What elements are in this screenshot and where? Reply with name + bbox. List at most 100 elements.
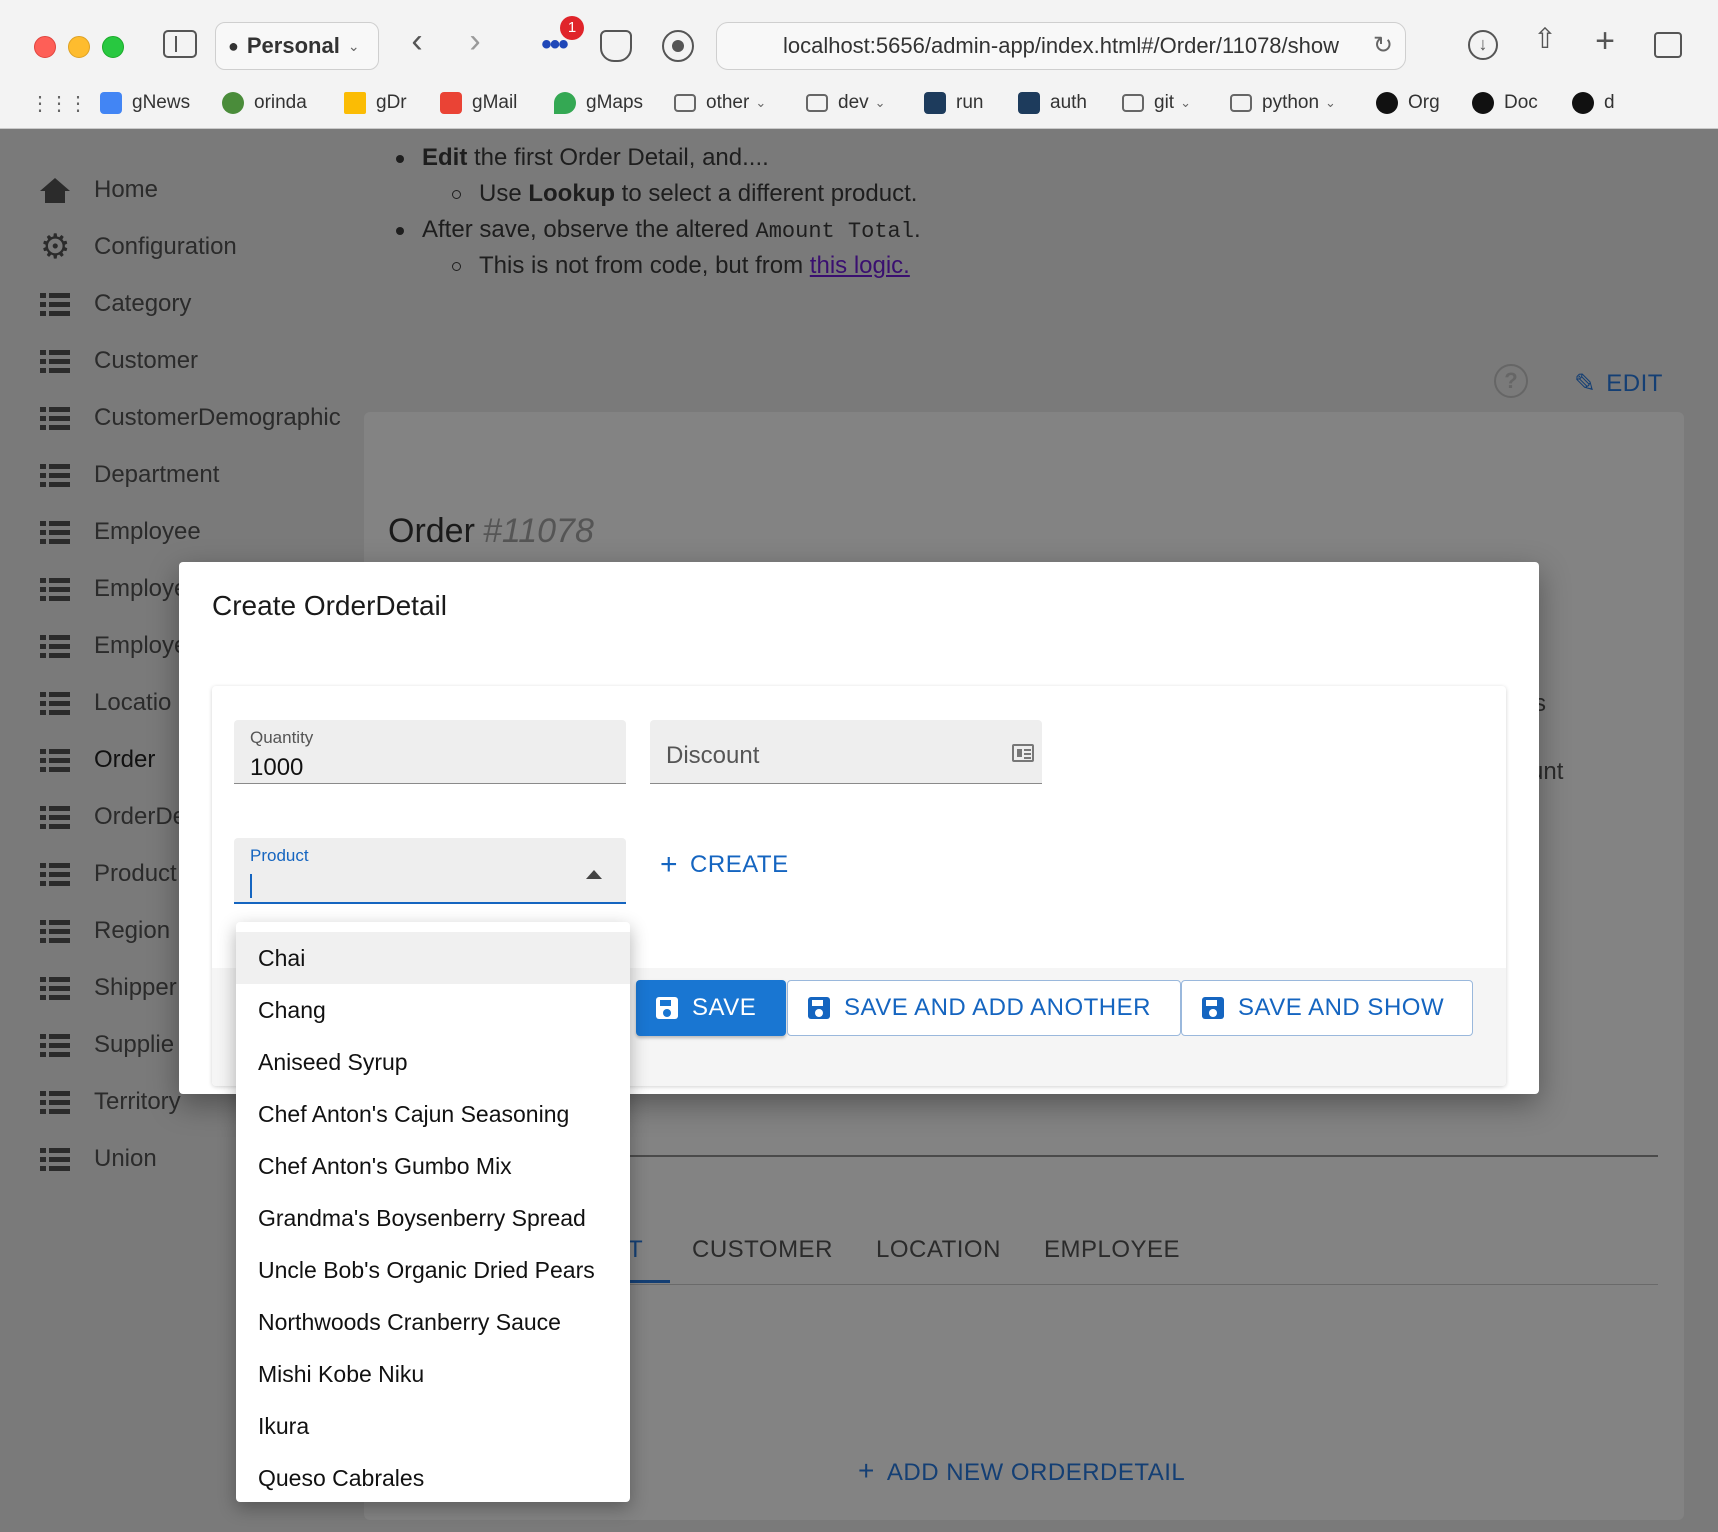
list-icon bbox=[40, 1033, 70, 1057]
share-icon[interactable]: ⇧ bbox=[1530, 24, 1560, 54]
react-icon bbox=[924, 92, 946, 114]
back-icon[interactable]: ‹ bbox=[402, 24, 432, 58]
sidebar-item-shipper[interactable]: Shipper bbox=[40, 968, 177, 1008]
tab-orderdetail[interactable]: T bbox=[628, 1236, 643, 1264]
sidebar-item-department[interactable]: Department bbox=[40, 455, 219, 495]
shield-icon[interactable] bbox=[600, 30, 632, 62]
sidebar-item-customerdemographic[interactable]: CustomerDemographic bbox=[40, 398, 341, 438]
chevron-down-icon: ⌄ bbox=[874, 95, 886, 110]
instruction-line-1: Edit the first Order Detail, and.... bbox=[396, 144, 769, 172]
doc-icon bbox=[1472, 92, 1494, 114]
option-chef-antons-gumbo-mix[interactable]: Chef Anton's Gumbo Mix bbox=[236, 1140, 630, 1192]
sidebar-item-location[interactable]: Locatio bbox=[40, 683, 171, 723]
sidebar-item-customer[interactable]: Customer bbox=[40, 341, 198, 381]
minimize-window-button[interactable] bbox=[68, 36, 90, 58]
create-product-button[interactable]: + CREATE bbox=[660, 848, 789, 882]
discount-placeholder: Discount bbox=[666, 742, 760, 769]
dialog-title: Create OrderDetail bbox=[212, 590, 447, 621]
browser-chrome: ● Personal ⌄ ‹ › ••• 1 localhost:5656/ad… bbox=[0, 0, 1718, 129]
option-mishi-kobe-niku[interactable]: Mishi Kobe Niku bbox=[236, 1348, 630, 1400]
option-chef-antons-cajun-seasoning[interactable]: Chef Anton's Cajun Seasoning bbox=[236, 1088, 630, 1140]
tab-employee[interactable]: EMPLOYEE bbox=[1044, 1236, 1180, 1264]
pencil-icon: ✎ bbox=[1574, 368, 1597, 398]
profile-label: Personal bbox=[246, 33, 340, 58]
tab-customer[interactable]: CUSTOMER bbox=[692, 1236, 833, 1264]
bookmark-folder-other[interactable]: other ⌄ bbox=[674, 86, 766, 120]
zoom-window-button[interactable] bbox=[102, 36, 124, 58]
list-icon bbox=[40, 292, 70, 316]
logic-link[interactable]: this logic. bbox=[810, 252, 910, 279]
bookmark-d[interactable]: d bbox=[1572, 86, 1615, 120]
new-tab-icon[interactable]: + bbox=[1590, 24, 1620, 58]
instruction-line-2: Use Lookup to select a different product… bbox=[452, 180, 917, 208]
github-icon bbox=[1376, 92, 1398, 114]
bookmarks-bar: ⋮⋮⋮ gNews orinda gDr gMail gMaps other ⌄ … bbox=[0, 86, 1718, 120]
eye-icon[interactable] bbox=[662, 30, 694, 62]
sidebar-item-orderdetail[interactable]: OrderDe bbox=[40, 797, 186, 837]
sidebar-item-product[interactable]: Product bbox=[40, 854, 177, 894]
sidebar-item-category[interactable]: Category bbox=[40, 284, 191, 324]
sidebar-item-union[interactable]: Union bbox=[40, 1139, 157, 1179]
save-button[interactable]: SAVE bbox=[636, 980, 786, 1036]
list-icon bbox=[40, 1147, 70, 1171]
option-chai[interactable]: Chai bbox=[236, 932, 630, 984]
option-aniseed-syrup[interactable]: Aniseed Syrup bbox=[236, 1036, 630, 1088]
option-queso-cabrales[interactable]: Queso Cabrales bbox=[236, 1452, 630, 1504]
bookmark-folder-dev[interactable]: dev ⌄ bbox=[806, 86, 886, 120]
bookmark-gdr[interactable]: gDr bbox=[344, 86, 407, 120]
discount-field[interactable]: Discount bbox=[650, 720, 1042, 784]
order-title: Order #11078 bbox=[388, 512, 594, 550]
list-icon bbox=[40, 406, 70, 430]
option-northwoods-cranberry-sauce[interactable]: Northwoods Cranberry Sauce bbox=[236, 1296, 630, 1348]
product-autocomplete[interactable]: Product bbox=[234, 838, 626, 904]
floppy-disk-icon bbox=[808, 997, 830, 1019]
list-icon bbox=[40, 520, 70, 544]
bookmark-orinda[interactable]: orinda bbox=[222, 86, 307, 120]
address-bar[interactable]: localhost:5656/admin-app/index.html#/Ord… bbox=[716, 22, 1406, 70]
tab-overview-icon[interactable] bbox=[1654, 32, 1682, 58]
download-icon[interactable]: ↓ bbox=[1468, 30, 1498, 60]
sidebar-item-territory[interactable]: Territory bbox=[40, 1082, 181, 1122]
quantity-value: 1000 bbox=[250, 754, 304, 781]
forward-icon[interactable]: › bbox=[460, 24, 490, 58]
option-uncle-bobs-organic-dried-pears[interactable]: Uncle Bob's Organic Dried Pears bbox=[236, 1244, 630, 1296]
option-ikura[interactable]: Ikura bbox=[236, 1400, 630, 1452]
quantity-field[interactable]: Quantity 1000 bbox=[234, 720, 626, 784]
profile-selector[interactable]: ● Personal ⌄ bbox=[215, 22, 379, 70]
bookmark-gmaps[interactable]: gMaps bbox=[554, 86, 643, 120]
person-icon: ● bbox=[228, 35, 239, 56]
maps-icon bbox=[554, 92, 576, 114]
edit-button[interactable]: ✎ EDIT bbox=[1574, 368, 1663, 399]
sidebar-item-supplier[interactable]: Supplie bbox=[40, 1025, 174, 1065]
save-and-add-another-button[interactable]: SAVE AND ADD ANOTHER bbox=[787, 980, 1181, 1036]
close-window-button[interactable] bbox=[34, 36, 56, 58]
add-new-orderdetail-button[interactable]: + ADD NEW ORDERDETAIL bbox=[858, 1455, 1185, 1487]
apps-grid-icon[interactable]: ⋮⋮⋮ bbox=[30, 86, 88, 120]
folder-icon bbox=[1122, 94, 1144, 112]
bookmark-folder-python[interactable]: python ⌄ bbox=[1230, 86, 1336, 120]
bookmark-folder-git[interactable]: git ⌄ bbox=[1122, 86, 1191, 120]
sidebar-item-employe-2[interactable]: Employe bbox=[40, 569, 187, 609]
option-chang[interactable]: Chang bbox=[236, 984, 630, 1036]
option-grandmas-boysenberry-spread[interactable]: Grandma's Boysenberry Spread bbox=[236, 1192, 630, 1244]
sidebar-item-configuration[interactable]: ⚙ Configuration bbox=[40, 227, 237, 267]
bookmark-gmail[interactable]: gMail bbox=[440, 86, 517, 120]
plus-icon: + bbox=[660, 848, 679, 881]
floppy-disk-icon bbox=[1202, 997, 1224, 1019]
help-icon[interactable]: ? bbox=[1494, 364, 1528, 398]
sidebar-item-region[interactable]: Region bbox=[40, 911, 170, 951]
sidebar-item-order[interactable]: Order bbox=[40, 740, 155, 780]
bookmark-org[interactable]: Org bbox=[1376, 86, 1440, 120]
tab-location[interactable]: LOCATION bbox=[876, 1236, 1001, 1264]
reload-icon[interactable]: ↻ bbox=[1373, 31, 1393, 60]
bookmark-gnews[interactable]: gNews bbox=[100, 86, 190, 120]
arrow-up-icon[interactable] bbox=[586, 870, 602, 879]
bookmark-auth[interactable]: auth bbox=[1018, 86, 1087, 120]
sidebar-item-home[interactable]: Home bbox=[40, 170, 158, 210]
sidebar-item-employe-3[interactable]: Employe bbox=[40, 626, 187, 666]
save-and-show-button[interactable]: SAVE AND SHOW bbox=[1181, 980, 1473, 1036]
sidebar-toggle-icon[interactable] bbox=[163, 30, 197, 58]
bookmark-run[interactable]: run bbox=[924, 86, 983, 120]
sidebar-item-employee[interactable]: Employee bbox=[40, 512, 201, 552]
bookmark-doc[interactable]: Doc bbox=[1472, 86, 1538, 120]
